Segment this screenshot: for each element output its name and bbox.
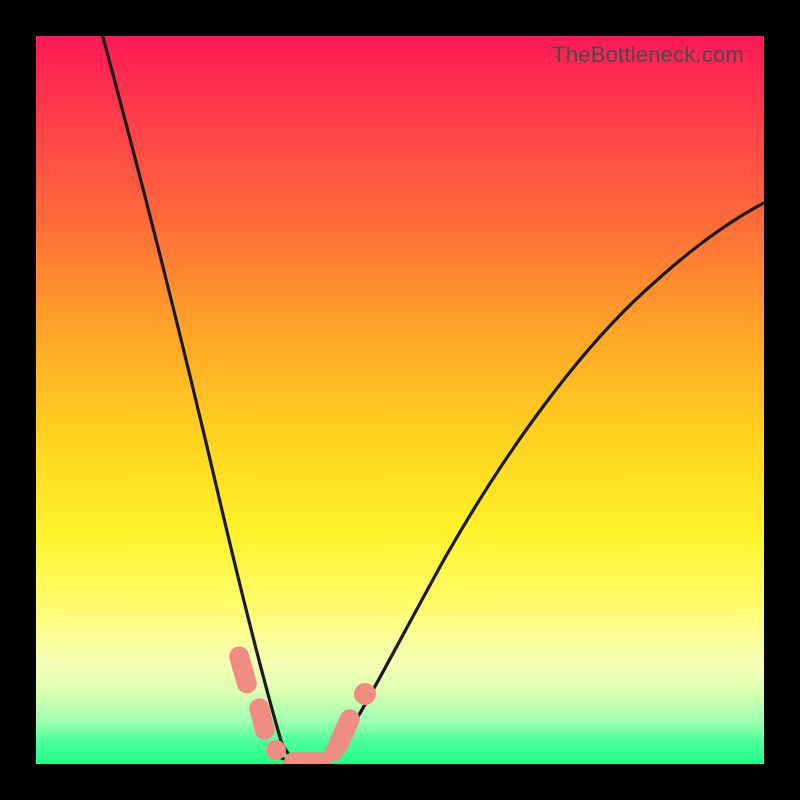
curve-left-arm xyxy=(100,36,300,762)
bead-right-upper xyxy=(354,683,376,705)
bottleneck-curve xyxy=(36,36,764,764)
bead-left-lower xyxy=(247,696,277,742)
curve-right-arm xyxy=(334,196,764,754)
bead-valley-left xyxy=(266,740,286,760)
bead-right-lower xyxy=(325,706,363,758)
bead-valley-mid xyxy=(284,752,332,764)
bead-left-upper xyxy=(227,644,259,696)
plot-area: TheBottleneck.com xyxy=(36,36,764,764)
outer-frame: TheBottleneck.com xyxy=(0,0,800,800)
